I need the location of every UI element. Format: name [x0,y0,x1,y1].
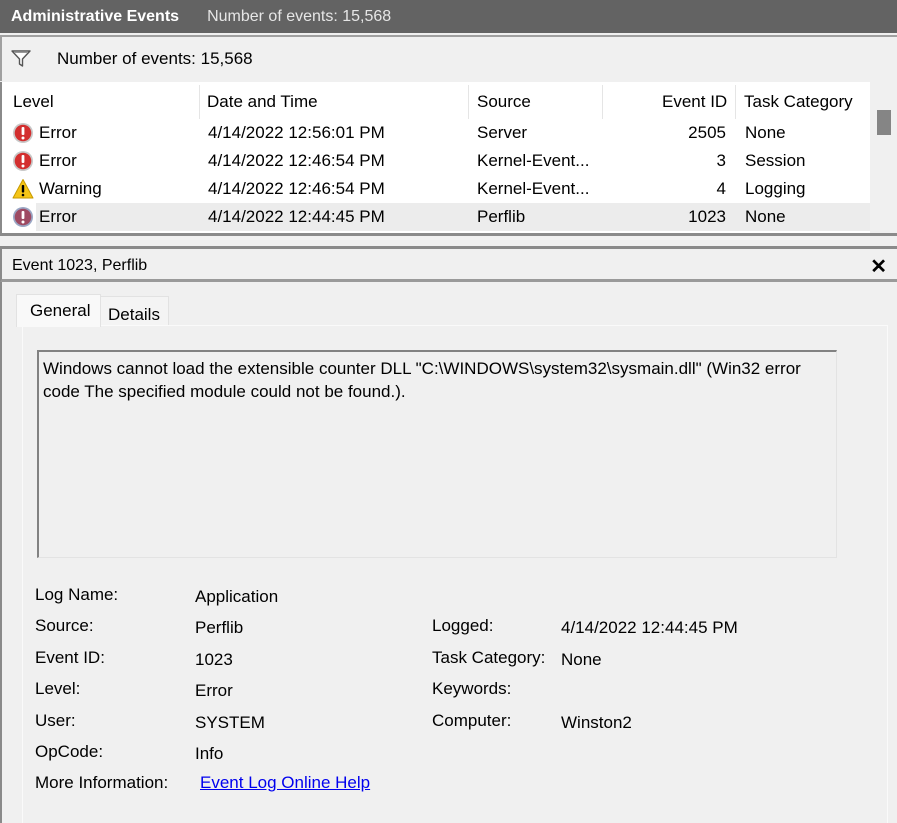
column-divider[interactable] [602,85,603,119]
scrollbar-thumb[interactable] [877,110,891,135]
error-icon [12,150,34,172]
event-level: Error [39,151,77,170]
close-icon[interactable]: ✕ [870,254,887,279]
event-source: Kernel-Event... [477,151,590,170]
event-description[interactable]: Windows cannot load the extensible count… [37,350,837,558]
source-value: Perflib [195,618,244,637]
level-value: Error [195,681,233,700]
column-header-level[interactable]: Level [13,92,54,112]
event-row[interactable]: Error 4/14/2022 12:46:54 PM Kernel-Event… [2,147,870,175]
column-divider[interactable] [199,85,200,119]
event-source: Kernel-Event... [477,179,590,198]
warning-icon [12,178,34,200]
event-row[interactable]: Warning 4/14/2022 12:46:54 PM Kernel-Eve… [2,175,870,203]
event-id-value: 1023 [195,650,233,669]
column-header-task-category[interactable]: Task Category [744,92,853,112]
event-id: 1023 [688,207,726,226]
event-id: 2505 [688,123,726,142]
event-task-category: Session [745,151,806,170]
event-id: 3 [716,151,726,170]
source-label: Source: [35,616,94,635]
event-id: 4 [716,179,726,198]
user-value: SYSTEM [195,713,265,732]
filter-bar: Number of events: 15,568 [0,35,897,81]
error-icon [12,122,34,144]
more-information-label: More Information: [35,773,169,792]
event-source: Perflib [477,207,526,226]
event-level: Warning [39,179,102,198]
task-category-value: None [561,650,602,669]
filter-event-count: Number of events: 15,568 [57,49,253,68]
keywords-label: Keywords: [432,679,512,698]
error-icon [12,206,34,228]
logged-value: 4/14/2022 12:44:45 PM [561,618,738,637]
event-detail-title: Event 1023, Perflib [12,257,148,274]
log-name-label: Log Name: [35,585,119,604]
event-log-online-help-link[interactable]: Event Log Online Help [200,773,370,793]
column-header-source[interactable]: Source [477,92,531,112]
event-task-category: Logging [745,179,806,198]
level-label: Level: [35,679,81,698]
logged-label: Logged: [432,616,494,635]
view-titlebar: Administrative Events Number of events: … [0,0,897,33]
user-label: User: [35,711,76,730]
event-level: Error [39,207,77,226]
event-list-header: Level Date and Time Source Event ID Task… [2,82,872,119]
event-level: Error [39,123,77,142]
tab-general[interactable]: General [16,294,101,327]
event-datetime: 4/14/2022 12:46:54 PM [208,151,385,170]
event-row-selected[interactable]: Error 4/14/2022 12:44:45 PM Perflib 1023… [2,203,870,231]
event-id-label: Event ID: [35,648,105,667]
column-divider[interactable] [735,85,736,119]
computer-value: Winston2 [561,713,632,732]
column-divider[interactable] [468,85,469,119]
event-list: Level Date and Time Source Event ID Task… [0,82,897,236]
column-header-date-time[interactable]: Date and Time [207,92,318,112]
tab-details[interactable]: Details [100,296,169,326]
event-source: Server [477,123,528,142]
event-task-category: None [745,123,786,142]
filter-funnel-icon [10,49,32,69]
computer-label: Computer: [432,711,512,730]
opcode-value: Info [195,744,224,763]
event-datetime: 4/14/2022 12:44:45 PM [208,207,385,226]
task-category-label: Task Category: [432,648,546,667]
column-header-event-id[interactable]: Event ID [662,92,727,112]
event-detail-header: Event 1023, Perflib ✕ [0,246,897,282]
view-title: Administrative Events [11,7,180,25]
event-task-category: None [745,207,786,226]
vertical-scrollbar[interactable] [870,82,897,233]
opcode-label: OpCode: [35,742,104,761]
event-datetime: 4/14/2022 12:56:01 PM [208,123,385,142]
event-datetime: 4/14/2022 12:46:54 PM [208,179,385,198]
log-name-value: Application [195,587,279,606]
event-row[interactable]: Error 4/14/2022 12:56:01 PM Server 2505 … [2,119,870,147]
event-count-title: Number of events: 15,568 [207,7,392,25]
